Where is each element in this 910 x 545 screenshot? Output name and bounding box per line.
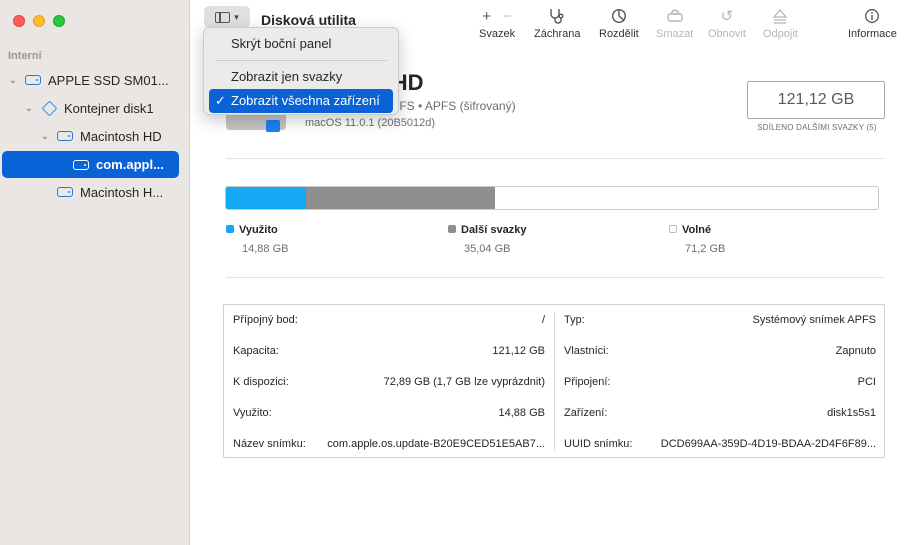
info-row-connection: Připojení: PCI <box>564 375 876 388</box>
sidebar-item-label: Kontejner disk1 <box>64 100 154 116</box>
info-row-snapshot-uuid: UUID snímku: DCD699AA-359D-4D19-BDAA-2D4F… <box>564 437 876 450</box>
legend-used: Využito 14,88 GB <box>226 222 288 255</box>
sidebar-item-label: com.appl... <box>96 157 164 172</box>
disk-icon <box>56 129 74 143</box>
window-controls <box>13 15 65 27</box>
legend-value: 35,04 GB <box>464 243 511 255</box>
shared-caption: SDÍLENO DALŠÍMI SVAZKY (5) <box>757 123 877 132</box>
close-window-button[interactable] <box>13 15 25 27</box>
legend-value: 71,2 GB <box>685 243 726 255</box>
restore-icon: ↺ <box>720 8 734 25</box>
sidebar-icon <box>215 11 231 23</box>
volume-label: Svazek <box>479 28 516 40</box>
stethoscope-icon <box>548 4 566 28</box>
partition-label: Rozdělit <box>599 28 639 40</box>
chevron-down-icon[interactable]: ⌄ <box>6 75 20 86</box>
legend-free: Volné 71,2 GB <box>669 222 725 255</box>
disk-icon <box>72 158 90 172</box>
info-row-capacity: Kapacita: 121,12 GB <box>233 345 545 358</box>
volume-size: 121,12 GB <box>747 81 885 119</box>
pie-chart-icon <box>611 4 627 28</box>
container-icon <box>40 100 58 116</box>
other-swatch <box>448 224 456 233</box>
info-icon <box>864 4 880 28</box>
restore-button[interactable]: ↺ Obnovit <box>708 4 746 40</box>
sidebar-item-snapshot[interactable]: com.appl... <box>2 151 179 178</box>
info-button[interactable]: Informace <box>848 4 897 40</box>
usage-segment-used <box>226 187 307 209</box>
partition-button[interactable]: Rozdělit <box>599 4 639 40</box>
unmount-button[interactable]: Odpojit <box>763 4 798 40</box>
disk-icon <box>56 185 74 199</box>
disk-icon <box>24 73 42 87</box>
info-row-type: Typ: Systémový snímek APFS <box>564 314 876 327</box>
restore-label: Obnovit <box>708 28 746 40</box>
info-row-device: Zařízení: disk1s5s1 <box>564 406 876 419</box>
lock-badge-icon <box>266 120 280 132</box>
usage-bar <box>225 186 879 210</box>
chevron-down-icon: ▾ <box>234 11 239 22</box>
plus-icon[interactable]: + <box>482 8 491 25</box>
legend-label: Volné <box>682 224 712 236</box>
rescue-label: Záchrana <box>534 28 581 40</box>
window-title: Disková utilita <box>261 12 356 28</box>
info-column-right: Typ: Systémový snímek APFS Vlastníci: Zapn… <box>555 305 885 459</box>
sidebar-item-macintosh-hd-data[interactable]: Macintosh H... <box>52 180 184 204</box>
sidebar-item-macintosh-hd[interactable]: ⌄ Macintosh HD <box>38 124 184 148</box>
info-column-left: Přípojný bod: / Kapacita: 121,12 GB K disp… <box>224 305 554 459</box>
info-row-mount-point: Přípojný bod: / <box>233 314 545 327</box>
sidebar-item-container[interactable]: ⌄ Kontejner disk1 <box>22 96 184 120</box>
menu-item-hide-sidebar[interactable]: Skrýt boční panel <box>209 32 393 56</box>
used-swatch <box>226 224 234 233</box>
menu-separator <box>215 60 387 61</box>
info-row-owners: Vlastníci: Zapnuto <box>564 345 876 358</box>
chevron-down-icon[interactable]: ⌄ <box>38 131 52 142</box>
divider <box>226 158 885 159</box>
legend-label: Využito <box>239 224 278 236</box>
minus-icon: − <box>503 7 512 25</box>
unmount-label: Odpojit <box>763 28 798 40</box>
volume-button[interactable]: + − Svazek <box>479 4 516 41</box>
erase-icon <box>666 4 684 28</box>
info-row-used: Využito: 14,88 GB <box>233 406 545 419</box>
info-row-available: K dispozici: 72,89 GB (1,7 GB lze vyprázd… <box>233 375 545 388</box>
info-label: Informace <box>848 28 897 40</box>
free-swatch <box>669 224 677 233</box>
usage-segment-other <box>306 187 495 209</box>
erase-button[interactable]: Smazat <box>656 4 693 40</box>
sidebar-item-label: APPLE SSD SM01... <box>48 72 169 88</box>
legend-value: 14,88 GB <box>242 243 289 255</box>
legend-other: Další svazky 35,04 GB <box>448 222 526 255</box>
checkmark-icon: ✓ <box>215 93 226 108</box>
sidebar-section-internal: Interní <box>8 50 42 62</box>
chevron-down-icon[interactable]: ⌄ <box>22 103 36 114</box>
minimize-window-button[interactable] <box>33 15 45 27</box>
menu-item-show-volumes-only[interactable]: Zobrazit jen svazky <box>209 65 393 89</box>
info-row-snapshot-name: Název snímku: com.apple.os.update-B20E9CE… <box>233 437 545 450</box>
volume-os: macOS 11.0.1 (20B5012d) <box>305 117 436 129</box>
rescue-button[interactable]: Záchrana <box>534 4 580 40</box>
sidebar-item-label: Macintosh HD <box>80 128 162 144</box>
sidebar-view-menu: Skrýt boční panel Zobrazit jen svazky ✓ Z… <box>203 27 399 115</box>
divider <box>226 277 885 278</box>
sidebar-item-apple-ssd[interactable]: ⌄ APPLE SSD SM01... <box>6 68 184 92</box>
sidebar: Interní ⌄ APPLE SSD SM01... ⌄ Kontejner … <box>0 0 190 545</box>
sidebar-view-button[interactable]: ▾ <box>204 6 250 28</box>
info-table: Přípojný bod: / Kapacita: 121,12 GB K disp… <box>223 304 885 458</box>
menu-item-show-all-devices[interactable]: ✓ Zobrazit všechna zařízení <box>209 89 393 113</box>
zoom-window-button[interactable] <box>53 15 65 27</box>
legend-label: Další svazky <box>461 224 527 236</box>
sidebar-item-label: Macintosh H... <box>80 184 164 200</box>
eject-icon <box>772 4 788 28</box>
erase-label: Smazat <box>656 28 694 40</box>
